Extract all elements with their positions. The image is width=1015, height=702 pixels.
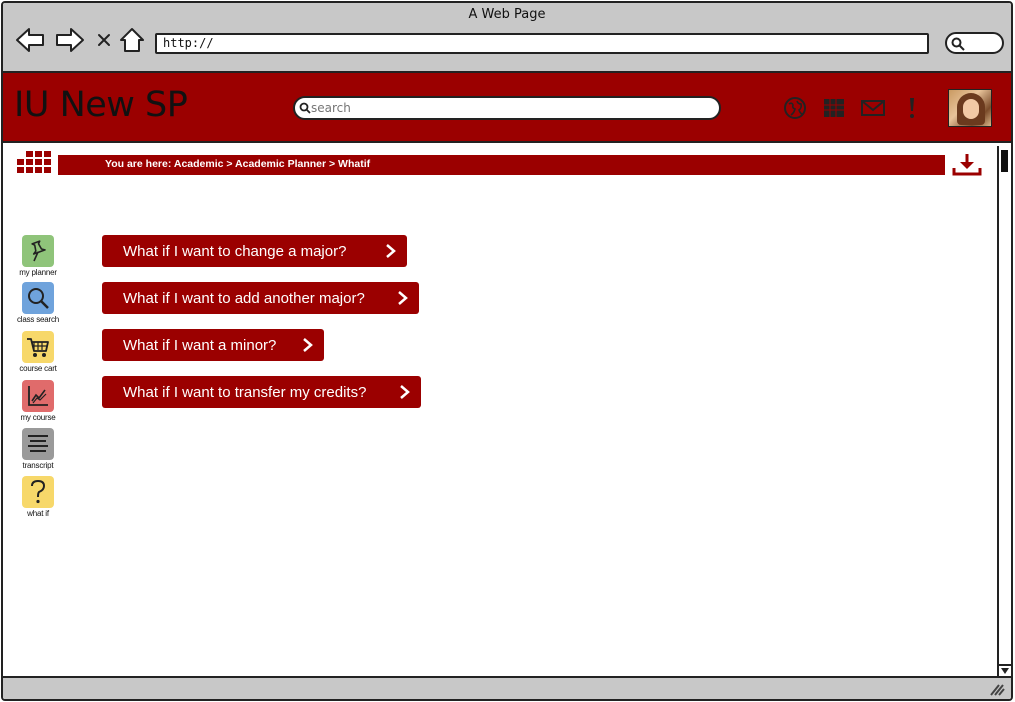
forward-arrow-icon [56,28,84,52]
sidebar-item-class-search[interactable]: class search [13,282,63,324]
change-major-button[interactable]: What if I want to change a major? [102,235,407,267]
globe-icon [784,97,806,119]
option-label: What if I want to transfer my credits? [123,383,367,401]
app-title: IU New SP [14,85,188,125]
sidebar-item-my-course[interactable]: my course [13,380,63,422]
search-icon [951,37,965,51]
mail-icon [861,100,885,116]
chevron-right-icon [386,244,396,258]
grid-icon [17,151,51,173]
vertical-scrollbar[interactable] [997,146,1011,676]
question-icon [22,476,54,508]
sidebar-item-my-planner[interactable]: my planner [13,235,63,277]
sidebar-item-label: transcript [22,461,54,470]
sidebar-item-label: class search [16,315,60,324]
breadcrumb: You are here: Academic > Academic Planne… [58,155,945,175]
browser-chrome: A Web Page http:// [3,3,1011,73]
window-title: A Web Page [468,7,546,22]
avatar[interactable] [948,89,992,127]
calendar-button[interactable] [821,95,847,121]
pushpin-icon [22,235,54,267]
mail-button[interactable] [860,95,886,121]
chart-icon [22,380,54,412]
scroll-thumb[interactable] [1001,150,1008,172]
sidebar-item-transcript[interactable]: transcript [13,428,63,470]
sidebar-item-what-if[interactable]: what if [13,476,63,518]
close-icon [98,34,110,46]
option-label: What if I want to change a major? [123,242,347,260]
chevron-right-icon [398,291,408,305]
home-icon [120,28,144,52]
alert-icon [910,98,914,118]
sidebar-item-label: my course [20,413,56,422]
search-icon [299,102,311,114]
alert-button[interactable] [899,95,925,121]
back-arrow-icon [16,28,44,52]
forward-button[interactable] [55,25,85,55]
globe-button[interactable] [782,95,808,121]
stop-button[interactable] [89,25,119,55]
home-button[interactable] [117,25,147,55]
status-bar [3,676,1011,699]
transfer-credits-button[interactable]: What if I want to transfer my credits? [102,376,421,408]
resize-grip-icon [990,684,1005,696]
search-input[interactable] [311,99,711,117]
back-button[interactable] [15,25,45,55]
add-major-button[interactable]: What if I want to add another major? [102,282,419,314]
calendar-icon [824,99,844,117]
sidebar-item-label: course cart [19,364,57,373]
app-header: IU New SP [3,73,1011,143]
scroll-down-button[interactable] [999,664,1011,676]
app-grid-button[interactable] [17,151,53,179]
app-search[interactable] [293,96,721,120]
list-icon [22,428,54,460]
sidebar-item-label: what if [27,509,49,518]
option-label: What if I want a minor? [123,336,277,354]
sidebar-item-label: my planner [19,268,57,277]
browser-window: A Web Page http:// IU New SP search You … [1,1,1013,701]
chevron-right-icon [303,338,313,352]
url-bar[interactable]: http:// [155,33,929,54]
add-minor-button[interactable]: What if I want a minor? [102,329,324,361]
chevron-down-icon [1001,668,1009,674]
magnifier-icon [22,282,54,314]
download-button[interactable] [951,152,983,182]
chevron-right-icon [400,385,410,399]
browser-search-field[interactable] [945,32,1004,54]
option-label: What if I want to add another major? [123,289,365,307]
sidebar-item-course-cart[interactable]: course cart [13,331,63,373]
cart-icon [22,331,54,363]
download-icon [952,154,982,176]
